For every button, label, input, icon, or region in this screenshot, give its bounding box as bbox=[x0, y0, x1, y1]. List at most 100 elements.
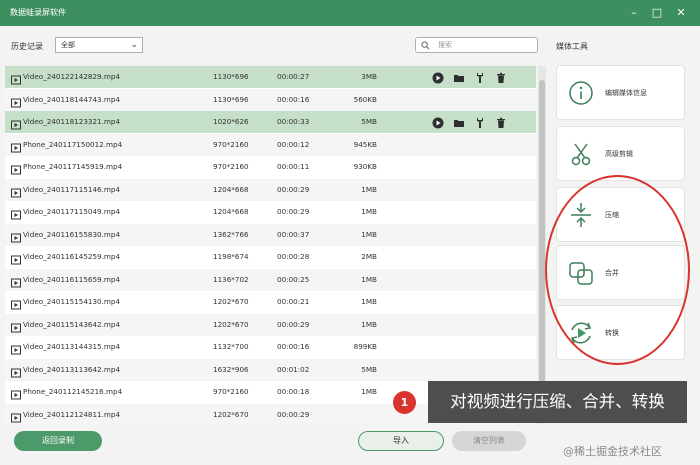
trash-icon[interactable] bbox=[495, 116, 507, 128]
file-name: Video_240122142829.mp4 bbox=[23, 72, 121, 81]
table-row[interactable]: Phone_240117145919.mp4 970*2160 00:00:11 93… bbox=[5, 156, 536, 178]
title-bar: 数据蛙录屏软件 – □ ✕ bbox=[0, 0, 700, 26]
file-duration: 00:00:29 bbox=[277, 409, 310, 419]
filter-value: 全部 bbox=[61, 41, 75, 49]
file-duration: 00:00:28 bbox=[277, 252, 310, 261]
video-file-icon bbox=[11, 410, 21, 422]
file-name: Video_240117115049.mp4 bbox=[23, 207, 121, 216]
file-list: Video_240122142829.mp4 1130*696 00:00:27 3M… bbox=[5, 66, 536, 424]
search-icon bbox=[421, 41, 430, 55]
table-row[interactable]: Video_240122142829.mp4 1130*696 00:00:27 3M… bbox=[5, 66, 536, 88]
file-name: Video_240117115146.mp4 bbox=[23, 184, 121, 194]
file-size: 1MB bbox=[361, 184, 377, 194]
file-name: Phone_240117150012.mp4 bbox=[23, 139, 123, 149]
media-tools-title: 媒体工具 bbox=[556, 42, 588, 51]
clear-list-button[interactable]: 清空列表 bbox=[452, 431, 526, 451]
play-icon[interactable] bbox=[432, 116, 444, 129]
file-name: Video_240118123321.mp4 bbox=[23, 117, 121, 126]
file-resolution: 1202*670 bbox=[213, 319, 249, 329]
video-file-icon bbox=[11, 320, 21, 332]
file-size: 5MB bbox=[361, 364, 377, 374]
file-name: Video_240116115659.mp4 bbox=[23, 274, 121, 284]
watermark: @稀土掘金技术社区 bbox=[563, 445, 662, 458]
file-duration: 00:00:11 bbox=[277, 162, 310, 171]
table-row[interactable]: Video_240116115659.mp4 1136*702 00:00:25 1M… bbox=[5, 268, 536, 291]
wrench-icon[interactable] bbox=[474, 71, 486, 83]
maximize-icon[interactable]: □ bbox=[649, 5, 665, 21]
file-duration: 00:00:29 bbox=[277, 319, 310, 329]
file-name: Video_240113144315.mp4 bbox=[23, 342, 121, 351]
video-file-icon bbox=[11, 252, 21, 265]
import-button[interactable]: 导入 bbox=[358, 431, 444, 451]
tool-edit-media-info[interactable]: 编辑媒体信息 bbox=[556, 65, 685, 120]
file-name: Video_240116155830.mp4 bbox=[23, 229, 121, 239]
table-row[interactable]: Video_240116155830.mp4 1362*766 00:00:37 1M… bbox=[5, 223, 536, 246]
minimize-icon[interactable]: – bbox=[626, 5, 642, 21]
folder-icon[interactable] bbox=[453, 71, 465, 83]
step-badge: 1 bbox=[393, 391, 416, 414]
annotation-text: 对视频进行压缩、合并、转换 bbox=[428, 381, 687, 423]
search-placeholder: 搜索 bbox=[438, 41, 452, 49]
file-resolution: 1204*668 bbox=[213, 207, 249, 216]
file-resolution: 970*2160 bbox=[213, 387, 249, 396]
file-size: 3MB bbox=[361, 72, 377, 81]
file-resolution: 1132*700 bbox=[213, 342, 249, 351]
scrollbar[interactable] bbox=[538, 66, 546, 424]
file-name: Video_240118144743.mp4 bbox=[23, 94, 121, 104]
table-row[interactable]: Video_240115143642.mp4 1202*670 00:00:29 1M… bbox=[5, 313, 536, 336]
video-file-icon bbox=[11, 72, 21, 85]
table-row[interactable]: Video_240118144743.mp4 1130*696 00:00:16 56… bbox=[5, 88, 536, 111]
video-file-icon bbox=[11, 95, 21, 107]
table-row[interactable]: Video_240117115146.mp4 1204*668 00:00:29 1M… bbox=[5, 178, 536, 201]
back-to-record-button[interactable]: 返回录制 bbox=[14, 431, 102, 451]
file-size: 1MB bbox=[361, 319, 377, 329]
file-name: Video_240116145259.mp4 bbox=[23, 252, 121, 261]
file-resolution: 1202*670 bbox=[213, 409, 249, 419]
file-size: 899KB bbox=[353, 342, 377, 351]
file-name: Phone_240117145919.mp4 bbox=[23, 162, 123, 171]
file-resolution: 970*2160 bbox=[213, 162, 249, 171]
search-input[interactable]: 搜索 bbox=[415, 37, 538, 53]
file-size: 945KB bbox=[353, 139, 377, 149]
close-icon[interactable]: ✕ bbox=[673, 5, 689, 21]
table-row[interactable]: Video_240117115049.mp4 1204*668 00:00:29 1M… bbox=[5, 201, 536, 223]
table-row[interactable]: Video_240113144315.mp4 1132*700 00:00:16 89… bbox=[5, 336, 536, 358]
scrollbar-thumb[interactable] bbox=[539, 80, 545, 382]
file-size: 2MB bbox=[361, 252, 377, 261]
video-file-icon bbox=[11, 387, 21, 400]
file-size: 560KB bbox=[353, 94, 377, 104]
file-size: 1MB bbox=[361, 297, 377, 306]
video-file-icon bbox=[11, 140, 21, 152]
file-size: 930KB bbox=[353, 162, 377, 171]
table-row[interactable]: Video_240116145259.mp4 1198*674 00:00:28 2M… bbox=[5, 246, 536, 268]
file-resolution: 1130*696 bbox=[213, 94, 249, 104]
annotation-callout: 1 对视频进行压缩、合并、转换 bbox=[393, 381, 687, 423]
file-duration: 00:00:18 bbox=[277, 387, 310, 396]
video-file-icon bbox=[11, 185, 21, 197]
wrench-icon[interactable] bbox=[474, 116, 486, 128]
window-title: 数据蛙录屏软件 bbox=[10, 8, 66, 17]
filter-dropdown[interactable]: 全部 ⌄ bbox=[55, 37, 143, 53]
file-size: 1MB bbox=[361, 229, 377, 239]
file-name: Phone_240112145216.mp4 bbox=[23, 387, 123, 396]
file-duration: 00:00:33 bbox=[277, 117, 310, 126]
table-row[interactable]: Phone_240117150012.mp4 970*2160 00:00:12 94… bbox=[5, 133, 536, 156]
folder-icon[interactable] bbox=[453, 116, 465, 128]
file-duration: 00:00:16 bbox=[277, 342, 310, 351]
file-name: Video_240113113642.mp4 bbox=[23, 364, 121, 374]
file-name: Video_240115154130.mp4 bbox=[23, 297, 121, 306]
table-row[interactable]: Video_240118123321.mp4 1020*626 00:00:33 5M… bbox=[5, 111, 536, 133]
trash-icon[interactable] bbox=[495, 71, 507, 83]
table-row[interactable]: Video_240113113642.mp4 1632*906 00:01:02 5M… bbox=[5, 358, 536, 381]
file-resolution: 1198*674 bbox=[213, 252, 249, 261]
file-resolution: 970*2160 bbox=[213, 139, 249, 149]
file-duration: 00:00:37 bbox=[277, 229, 310, 239]
file-duration: 00:00:29 bbox=[277, 207, 310, 216]
info-icon bbox=[566, 78, 596, 108]
play-icon[interactable] bbox=[432, 71, 444, 84]
tool-advanced-clip[interactable]: 高级剪辑 bbox=[556, 126, 685, 181]
file-size: 1MB bbox=[361, 274, 377, 284]
file-resolution: 1020*626 bbox=[213, 117, 249, 126]
chevron-down-icon: ⌄ bbox=[130, 40, 138, 50]
table-row[interactable]: Video_240115154130.mp4 1202*670 00:00:21 1M… bbox=[5, 291, 536, 313]
